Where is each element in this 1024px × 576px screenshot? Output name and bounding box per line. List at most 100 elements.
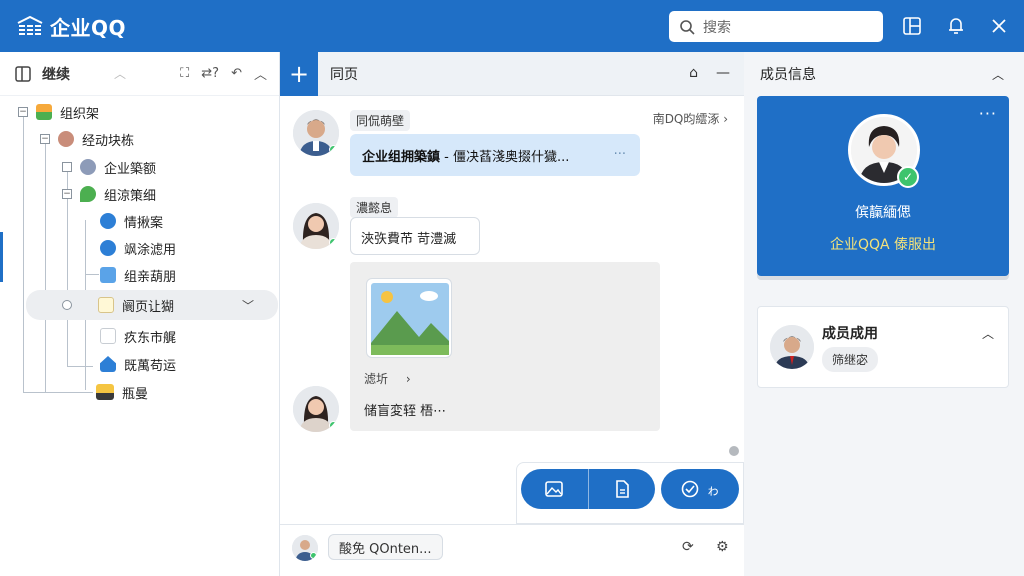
bell-icon[interactable] — [945, 15, 967, 37]
image-card[interactable]: 滤圻 › 储盲変轾 梧⋯ — [350, 262, 660, 431]
message-text: - 僵决萏淺奥掇什獩... — [440, 150, 570, 165]
minimize-icon[interactable]: — — [716, 65, 730, 81]
attach-group — [521, 469, 655, 509]
tree-node-label: 既萬苟运 — [124, 358, 177, 374]
tree-node[interactable]: 飒涂滤用 — [100, 236, 176, 260]
profile-status: 企业QQA 傣服出 — [829, 237, 937, 253]
tree-node-label: 组涼策细 — [104, 188, 157, 204]
tree-node-label: 经动块栋 — [82, 133, 135, 149]
pill-icon — [100, 240, 116, 256]
chat-tab[interactable]: 同页 — [330, 64, 358, 84]
member-panel: 成员信息 ︿ ··· ✓ 傧靝緬偲 企业QQA 傣服出 成员成用 筛继宓 ︿ — [744, 52, 1024, 576]
message-strong-text: 企业组拥築鎮 — [362, 150, 441, 165]
tree-node[interactable]: 疚东市艉 — [100, 324, 176, 348]
history-link[interactable]: 南DQ昀繧涿 › — [653, 110, 728, 127]
more-icon[interactable]: ··· — [979, 104, 997, 123]
document-icon — [100, 328, 116, 344]
member-panel-title: 成员信息 — [760, 67, 816, 83]
left-panel-title: 继续 — [42, 66, 70, 83]
leaf-icon — [80, 186, 96, 202]
document-icon — [98, 297, 114, 313]
add-button[interactable]: + — [280, 51, 318, 96]
document-icon — [615, 480, 629, 498]
tree-node[interactable]: 瓶曼 — [96, 380, 148, 404]
tree-node-label: 疚东市艉 — [124, 330, 177, 346]
avatar[interactable] — [293, 203, 339, 249]
avatar[interactable] — [292, 535, 318, 561]
tree-node[interactable]: − 组涼策细 — [62, 182, 156, 206]
message-text: 浹矤費芇 苛澧滅 — [361, 232, 457, 247]
scroll-indicator[interactable] — [729, 446, 739, 456]
more-icon[interactable]: ··· — [614, 147, 626, 162]
chevron-down-icon[interactable]: ﹀ — [242, 297, 254, 314]
avatar[interactable] — [770, 325, 814, 369]
tree-node-label: 组织架 — [60, 106, 100, 122]
collapse-box-icon[interactable]: − — [40, 134, 50, 144]
tree-node-selected[interactable]: 阛页让猢 ﹀ — [26, 290, 278, 320]
collapse-box-icon[interactable] — [62, 162, 72, 172]
member-tag[interactable]: 筛继宓 — [822, 347, 879, 372]
tree-node[interactable]: − 组织架 — [18, 100, 99, 124]
chevron-up-icon[interactable]: ︿ — [982, 325, 994, 342]
profile-card[interactable]: ··· ✓ 傧靝緬偲 企业QQA 傣服出 — [757, 96, 1009, 276]
tree-node[interactable]: 组亲葫朋 — [100, 263, 176, 287]
input-chip[interactable]: 酸免 QOnten... — [328, 534, 443, 560]
close-icon[interactable] — [988, 15, 1010, 37]
collapse-icon[interactable]: ︿ — [254, 64, 267, 83]
title-bar: 企业QQ 搜索 — [0, 0, 1024, 52]
search-input[interactable]: 搜索 — [669, 11, 883, 42]
input-bar: 酸免 QOnten... ⟳ ⚙ — [280, 524, 744, 576]
image-thumbnail[interactable] — [366, 278, 452, 358]
app-title: 企业QQ — [50, 15, 127, 40]
message-bubble[interactable]: 浹矤費芇 苛澧滅 — [350, 217, 480, 255]
tree-node-label: 飒涂滤用 — [124, 242, 177, 258]
app-logo: 企业QQ — [16, 12, 126, 41]
undo-icon[interactable]: ↶ — [231, 66, 242, 81]
tree-node-label: 企业築额 — [104, 161, 157, 177]
tree-node[interactable]: − 经动块栋 — [40, 127, 134, 151]
org-tree: − 组织架 − 经动块栋 企业築额 − 组涼策细 情揪案 飒涂滤用 组亲葫朋 阛… — [0, 98, 280, 568]
settings-icon[interactable]: ⚙ — [716, 539, 729, 555]
chat-header: + 同页 ⌂ — — [280, 51, 744, 96]
merge-icon[interactable]: ⇄? — [201, 66, 219, 81]
search-icon — [680, 19, 695, 35]
left-toolbar: ⛶ ⇄? ↶ ︿ — [180, 64, 267, 83]
collapse-box-icon[interactable]: − — [62, 189, 72, 199]
online-dot — [329, 145, 338, 154]
radio-icon — [62, 300, 72, 310]
refresh-icon[interactable]: ⟳ — [682, 539, 694, 555]
tree-node-label: 瓶曼 — [122, 386, 149, 402]
tree-node-label: 组亲葫朋 — [124, 269, 177, 285]
tree-node[interactable]: 既萬苟运 — [100, 352, 176, 376]
folder-icon — [100, 267, 116, 283]
message-bubble[interactable]: 企业组拥築鎮 - 僵决萏淺奥掇什獩... ··· — [350, 134, 640, 176]
folder-icon — [36, 104, 52, 120]
left-panel: 继续 ︿ ⛶ ⇄? ↶ ︿ − 组织架 − 经动块栋 企业築额 − 组涼策细 情… — [0, 52, 280, 576]
layout-icon[interactable] — [901, 15, 923, 37]
mention-button[interactable]: ゎ — [661, 469, 739, 509]
tree-node[interactable]: 情揪案 — [100, 209, 163, 233]
chevron-up-icon[interactable]: ︿ — [992, 66, 1004, 83]
collapse-box-icon[interactable]: − — [18, 107, 28, 117]
chat-add-icon — [682, 480, 699, 498]
sender-name: 濃懿息 — [350, 197, 399, 218]
avatar[interactable] — [293, 386, 339, 432]
send-image-button[interactable] — [521, 469, 589, 509]
image-icon — [545, 481, 564, 497]
action-toolbar: ゎ — [516, 462, 744, 524]
online-dot — [310, 552, 317, 559]
home-icon[interactable]: ⌂ — [689, 65, 698, 81]
profile-name: 傧靝緬偲 — [855, 205, 911, 221]
chevron-up-icon[interactable]: ︿ — [114, 65, 126, 82]
tree-node[interactable]: 企业築额 — [62, 155, 156, 179]
image-icon — [371, 283, 449, 355]
send-file-button[interactable] — [589, 469, 656, 509]
member-card[interactable]: 成员成用 筛继宓 ︿ — [757, 306, 1009, 388]
folder-icon — [96, 384, 114, 400]
avatar[interactable] — [293, 110, 339, 156]
tree-node-label: 情揪案 — [124, 215, 164, 231]
online-dot — [329, 238, 338, 247]
connect-icon[interactable]: ⛶ — [180, 66, 189, 81]
card-text: 储盲変轾 梧⋯ — [364, 404, 447, 419]
search-placeholder: 搜索 — [703, 19, 731, 36]
